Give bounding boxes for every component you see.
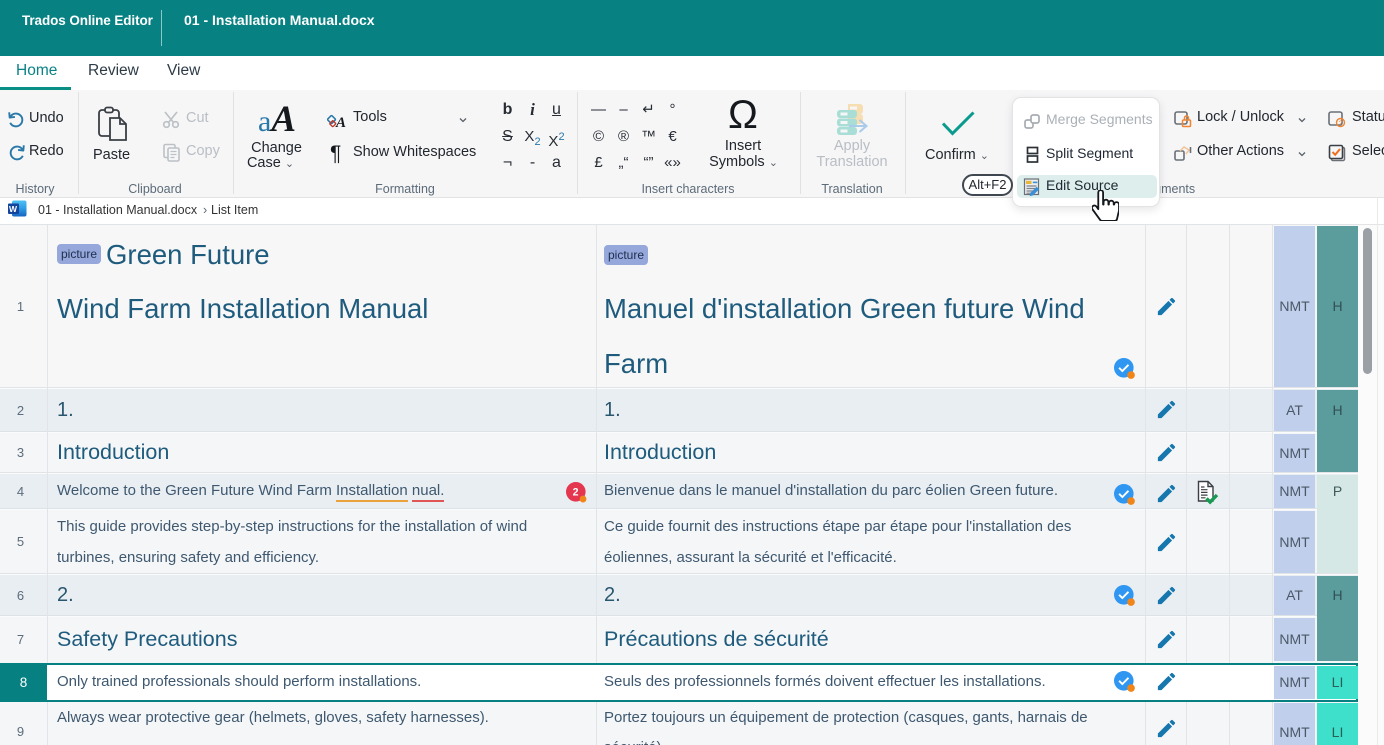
svg-text:?: ?	[1339, 120, 1343, 127]
svg-text:A: A	[335, 115, 346, 130]
svg-text:2: 2	[573, 487, 579, 499]
svg-text:W: W	[9, 204, 18, 214]
